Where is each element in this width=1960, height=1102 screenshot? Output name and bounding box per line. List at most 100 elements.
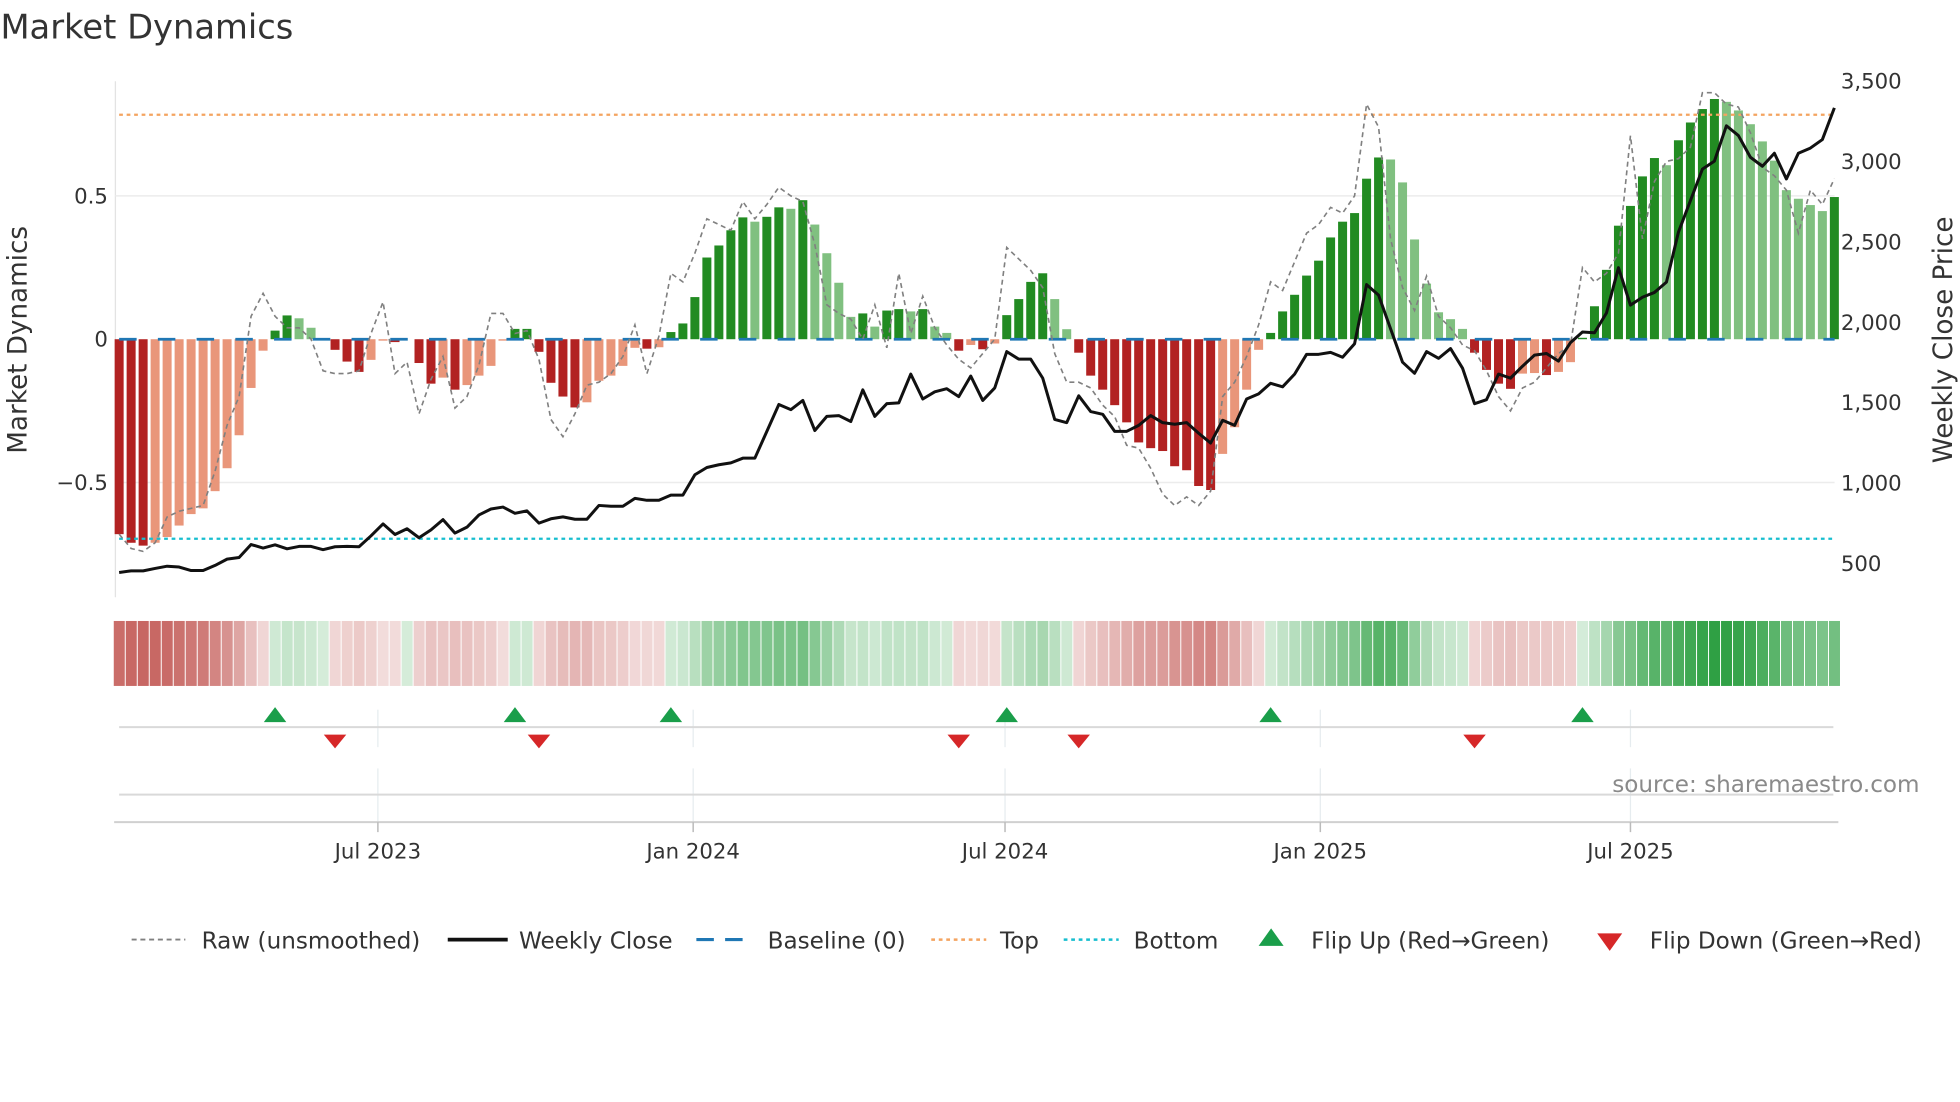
strip-cell — [521, 620, 533, 686]
lower-panel: Jul 2023 Jan 2024 Jul 2024 Jan 2025 Jul 2025… — [114, 772, 1920, 864]
dynamics-bar — [1362, 178, 1372, 340]
dynamics-bar — [762, 216, 772, 340]
left-axis-label: Market Dynamics — [4, 226, 34, 454]
strip-cell — [1025, 620, 1037, 686]
dynamics-bar — [1733, 110, 1743, 340]
strip-cell — [269, 620, 281, 686]
strip-cell — [425, 620, 437, 686]
strip-cell — [857, 620, 869, 686]
left-tick-label: −0.5 — [56, 471, 108, 496]
legend-label: Flip Up (Red→Green) — [1311, 928, 1549, 954]
right-tick-label: 500 — [1841, 552, 1882, 577]
dynamics-bar — [1170, 339, 1180, 467]
strip-cell — [317, 620, 329, 686]
dynamics-bar — [246, 339, 256, 388]
dynamics-bar — [1757, 141, 1767, 340]
strip-cell — [1157, 620, 1169, 686]
strip-cell — [1553, 620, 1565, 686]
strip-cell — [113, 620, 125, 686]
strip-cell — [1493, 620, 1505, 686]
flip-down-marker — [1067, 734, 1090, 749]
strip-cell — [1049, 620, 1061, 686]
strip-cell — [1241, 620, 1253, 686]
dynamics-bar — [1649, 158, 1659, 340]
strip-cell — [1745, 620, 1757, 686]
strip-cell — [821, 620, 833, 686]
dynamics-bar — [1182, 339, 1192, 471]
strip-cell — [1061, 620, 1073, 686]
strip-cell — [833, 620, 845, 686]
strip-cell — [197, 620, 209, 686]
strip-cell — [809, 620, 821, 686]
strip-cell — [629, 620, 641, 686]
strip-cell — [509, 620, 521, 686]
strip-cell — [1793, 620, 1805, 686]
strip-cell — [965, 620, 977, 686]
strip-cell — [989, 620, 1001, 686]
dynamics-bar — [1709, 98, 1719, 340]
dynamics-bar — [1146, 339, 1156, 449]
left-tick-label: 0 — [94, 328, 108, 353]
strip-cell — [1373, 620, 1385, 686]
strip-cell — [533, 620, 545, 686]
strip-cell — [713, 620, 725, 686]
strip-cell — [1577, 620, 1589, 686]
strip-cell — [1097, 620, 1109, 686]
dynamics-bar — [1625, 205, 1635, 340]
strip-cell — [257, 620, 269, 686]
dynamics-bar — [1829, 197, 1839, 340]
strip-cell — [497, 620, 509, 686]
dynamics-bar — [1374, 157, 1384, 340]
strip-cell — [1181, 620, 1193, 686]
strip-cell — [1769, 620, 1781, 686]
dynamics-bar — [798, 200, 808, 340]
strip-cell — [1265, 620, 1277, 686]
strip-cell — [1205, 620, 1217, 686]
dynamics-bar — [114, 339, 124, 535]
strip-cell — [1816, 620, 1828, 686]
dynamics-bar — [870, 326, 880, 340]
strip-cell — [173, 620, 185, 686]
dynamics-bar — [1817, 211, 1827, 340]
strip-cell — [1457, 620, 1469, 686]
strip-cell — [869, 620, 881, 686]
strip-cell — [581, 620, 593, 686]
right-tick-label: 1,500 — [1841, 391, 1902, 416]
strip-cell — [413, 620, 425, 686]
strip-cell — [1193, 620, 1205, 686]
strip-cell — [1517, 620, 1529, 686]
strip-cell — [1109, 620, 1121, 686]
strip-cell — [1133, 620, 1145, 686]
dynamics-bar — [366, 339, 376, 360]
strip-cell — [1301, 620, 1313, 686]
strip-cell — [1397, 620, 1409, 686]
strip-cell — [1649, 620, 1661, 686]
strip-cell — [1733, 620, 1745, 686]
dynamics-bar — [786, 208, 796, 340]
legend: Raw (unsmoothed) Weekly Close Baseline (… — [131, 928, 1922, 954]
right-tick-label: 2,500 — [1841, 230, 1902, 255]
strip-cell — [245, 620, 257, 686]
flip-up-marker — [995, 707, 1018, 723]
regime-heatmap-strip — [113, 620, 1840, 686]
dynamics-bar — [618, 339, 628, 366]
triangle-up-icon — [1258, 928, 1284, 946]
dynamics-bar — [546, 339, 556, 383]
strip-cell — [1145, 620, 1157, 686]
dynamics-bar — [810, 224, 820, 340]
dynamics-bar — [690, 297, 700, 340]
dynamics-bar — [450, 339, 460, 390]
strip-cell — [1001, 620, 1013, 686]
dynamics-bar — [1769, 160, 1779, 340]
dynamics-bar — [1338, 221, 1348, 340]
dynamics-bar — [954, 339, 964, 351]
dynamics-bar — [258, 339, 268, 351]
dynamics-bar — [1314, 260, 1324, 340]
strip-cell — [1361, 620, 1373, 686]
dynamics-bar — [1661, 165, 1671, 340]
dynamics-bar — [1110, 339, 1120, 406]
strip-cell — [557, 620, 569, 686]
dynamics-bar — [678, 323, 688, 340]
strip-cell — [1349, 620, 1361, 686]
dynamics-bar — [174, 339, 184, 526]
